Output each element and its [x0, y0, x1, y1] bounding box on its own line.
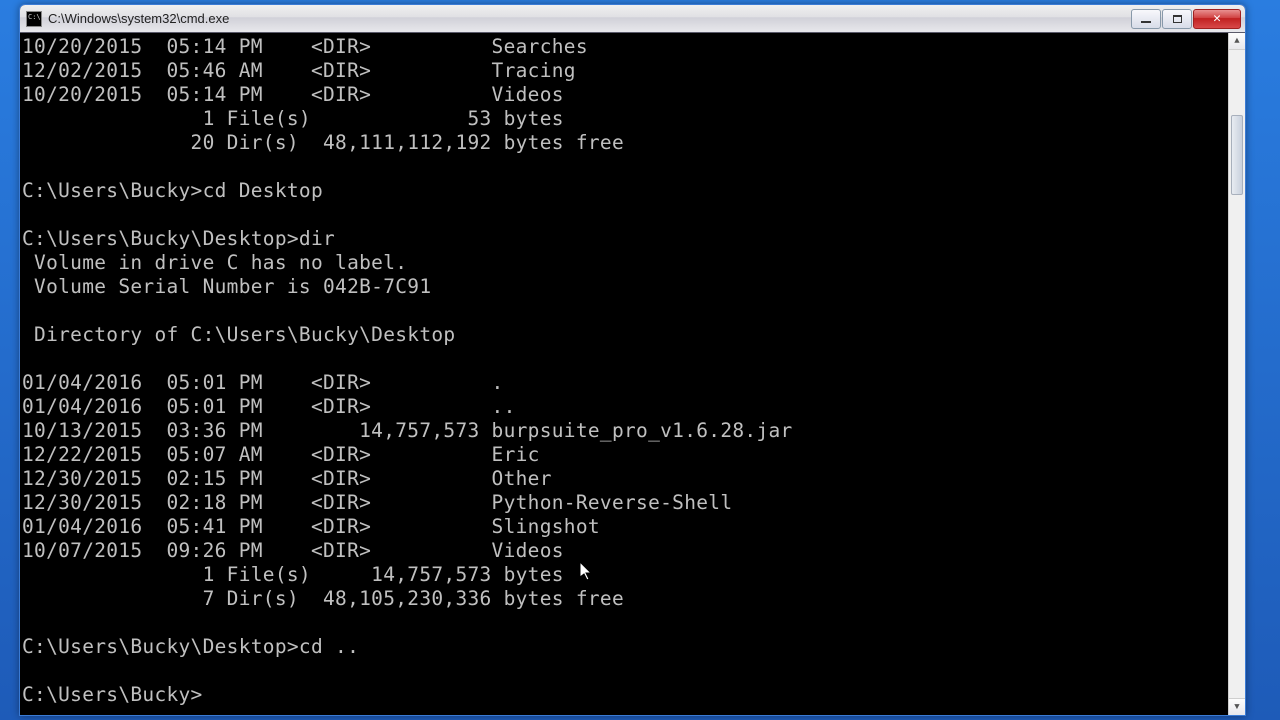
window-controls: ✕ — [1130, 9, 1241, 29]
scroll-thumb[interactable] — [1231, 115, 1243, 195]
minimize-icon — [1141, 21, 1151, 23]
maximize-button[interactable] — [1162, 9, 1192, 29]
terminal-output[interactable]: 10/20/2015 05:14 PM <DIR> Searches 12/02… — [20, 33, 1228, 715]
scroll-track[interactable] — [1229, 50, 1245, 698]
scroll-down-button[interactable]: ▼ — [1229, 698, 1245, 715]
terminal-body: 10/20/2015 05:14 PM <DIR> Searches 12/02… — [20, 33, 1245, 715]
titlebar[interactable]: C:\Windows\system32\cmd.exe ✕ — [20, 5, 1245, 33]
maximize-icon — [1173, 15, 1182, 23]
scrollbar[interactable]: ▲ ▼ — [1228, 33, 1245, 715]
close-button[interactable]: ✕ — [1193, 9, 1241, 29]
cmd-icon — [26, 11, 42, 27]
minimize-button[interactable] — [1131, 9, 1161, 29]
scroll-up-button[interactable]: ▲ — [1229, 33, 1245, 50]
close-icon: ✕ — [1213, 12, 1221, 25]
cmd-window: C:\Windows\system32\cmd.exe ✕ 10/20/2015… — [19, 4, 1246, 716]
window-title: C:\Windows\system32\cmd.exe — [48, 11, 1130, 26]
